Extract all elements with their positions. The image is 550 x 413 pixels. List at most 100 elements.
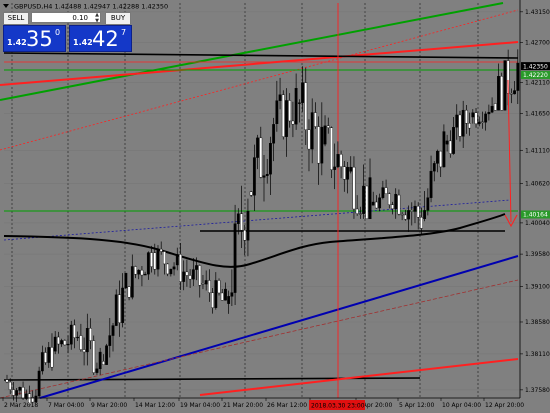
candle-body — [169, 268, 173, 275]
candle-body — [471, 112, 475, 118]
time-axis-label: 5 Apr 12:00 — [399, 402, 434, 409]
time-axis-label: 26 Mar 12:00 — [267, 402, 307, 409]
candle-body — [76, 336, 80, 339]
candle-body — [252, 157, 256, 196]
time-axis-label: 10 Apr 04:00 — [442, 402, 481, 409]
candle-body — [503, 60, 507, 111]
candle-body — [481, 121, 484, 123]
candle-body — [423, 210, 427, 220]
candle-body — [516, 62, 520, 91]
candle-body — [127, 286, 131, 298]
candle-body — [236, 213, 240, 224]
buy-button[interactable]: BUY — [105, 12, 131, 25]
candle-body — [272, 124, 276, 144]
candle-body — [468, 123, 471, 129]
one-click-trading-panel: SELL 0.10 ▲ ▼ BUY 1.42 35 0 1.42 42 7 — [3, 12, 132, 52]
candle-body — [513, 90, 516, 95]
candle-body — [320, 126, 324, 164]
candle-body — [156, 248, 160, 270]
candle-body — [179, 254, 182, 282]
candle-body — [336, 154, 340, 168]
time-axis-label: 12 Apr 20:00 — [485, 402, 524, 409]
buy-price-box[interactable]: 1.42 42 7 — [69, 25, 132, 52]
candle-body — [124, 272, 128, 289]
candle-body — [487, 111, 491, 115]
sell-price-pips: 35 — [26, 27, 53, 51]
candle-body — [105, 345, 108, 365]
sell-price-prefix: 1.42 — [7, 38, 27, 47]
candle-body — [429, 170, 433, 198]
candle-body — [224, 288, 227, 301]
candle-body — [281, 94, 285, 137]
candle-body — [497, 76, 500, 111]
candle-body — [101, 361, 105, 365]
candle-body — [420, 217, 423, 229]
candle-body — [121, 287, 125, 323]
candle-body — [198, 265, 202, 286]
candle-body — [464, 109, 468, 124]
candle-body — [40, 352, 44, 372]
candle-body — [509, 93, 513, 95]
candle-body — [493, 103, 497, 111]
candle-body — [172, 266, 176, 270]
price-axis-label: 1.42110 — [525, 79, 550, 86]
sell-price-fraction: 0 — [55, 28, 61, 37]
candle-body — [118, 294, 121, 323]
candle-body — [455, 114, 459, 128]
candle-body — [326, 125, 330, 128]
candle-body — [304, 82, 308, 130]
candle-body — [185, 271, 189, 276]
time-axis-label: 19 Mar 04:00 — [180, 402, 220, 409]
candle-body — [140, 269, 144, 276]
candle-body — [249, 191, 253, 196]
candle-body — [381, 187, 385, 198]
time-axis-label: 14 Mar 12:00 — [135, 402, 175, 409]
candle-body — [346, 166, 349, 180]
sell-button[interactable]: SELL — [3, 12, 29, 25]
chart-title: GBPUSD,H4 1.42488 1.42947 1.42288 1.4235… — [14, 3, 168, 11]
candle — [500, 72, 504, 111]
candle-body — [111, 325, 115, 336]
candle-body — [44, 352, 47, 363]
candle-body — [146, 252, 150, 275]
candle-body — [227, 296, 231, 304]
candle-body — [387, 193, 391, 205]
candle-body — [150, 252, 153, 267]
candle-body — [143, 273, 147, 276]
candle-body — [159, 248, 163, 252]
candle-body — [188, 275, 192, 280]
candle-body — [207, 280, 211, 293]
candle-body — [365, 185, 369, 220]
price-axis-label: 1.40040 — [525, 220, 550, 227]
candle-body — [269, 143, 272, 175]
price-chart[interactable]: 1.43150 1.42700 1.42110 1.41650 1.41110 1.406… — [0, 0, 550, 413]
candle-body — [18, 387, 22, 391]
candle-body — [413, 205, 417, 212]
candle-body — [79, 335, 83, 350]
price-axis-label: 1.40620 — [525, 181, 550, 188]
candle-body — [265, 173, 269, 176]
candle-body — [89, 328, 92, 341]
candle-body — [85, 328, 89, 353]
candle — [365, 185, 369, 220]
candle-body — [362, 185, 365, 214]
candle-body — [407, 210, 410, 220]
spinner-arrows-icon[interactable]: ▲ ▼ — [95, 12, 99, 24]
price-axis-label: 1.38110 — [525, 351, 550, 358]
candle-body — [400, 213, 404, 216]
candle-body — [452, 127, 455, 154]
candle-body — [342, 166, 346, 180]
candle-body — [474, 112, 478, 125]
candle-body — [230, 292, 234, 297]
candle-body — [69, 324, 73, 345]
candle — [217, 278, 221, 296]
candle-body — [484, 113, 488, 123]
candle-body — [214, 280, 218, 308]
price-axis-label: 1.43150 — [525, 9, 550, 16]
candle-body — [394, 193, 398, 209]
candle-body — [259, 137, 263, 178]
candle-body — [95, 368, 99, 373]
lot-size-input[interactable]: 0.10 ▲ ▼ — [31, 12, 101, 23]
sell-price-box[interactable]: 1.42 35 0 — [3, 25, 66, 52]
candle-body — [166, 263, 170, 275]
